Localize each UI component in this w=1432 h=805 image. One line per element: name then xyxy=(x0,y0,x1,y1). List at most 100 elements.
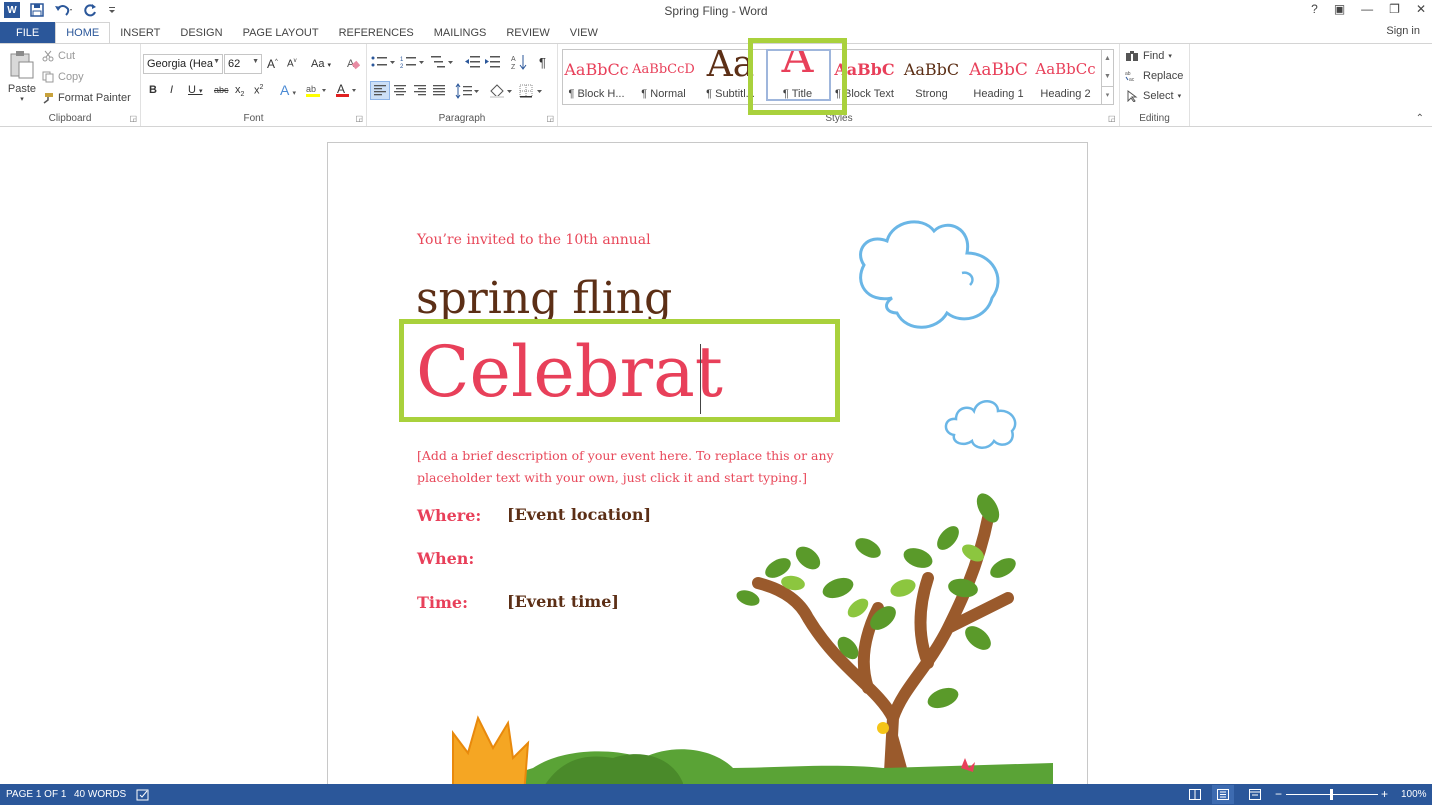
format-painter-button[interactable]: Format Painter xyxy=(42,92,131,104)
copy-icon xyxy=(42,71,54,83)
bold-icon[interactable]: B xyxy=(149,84,157,96)
tab-references[interactable]: REFERENCES xyxy=(329,22,424,44)
justify-icon[interactable] xyxy=(431,84,447,98)
style-strong[interactable]: AaBbC Strong xyxy=(898,50,965,104)
decrease-indent-icon[interactable] xyxy=(465,55,481,69)
event-description[interactable]: [Add a brief description of your event h… xyxy=(417,445,837,489)
style-normal[interactable]: AaBbCcD ¶ Normal xyxy=(630,50,697,104)
clipboard-launcher-icon[interactable]: ◲ xyxy=(129,114,137,123)
subscript-icon[interactable]: x2 xyxy=(235,84,244,98)
tab-mailings[interactable]: MAILINGS xyxy=(424,22,497,44)
paste-label: Paste xyxy=(7,83,37,95)
font-size-combo[interactable]: 62 ▼ xyxy=(224,54,262,74)
style-name: ¶ Block H... xyxy=(568,88,625,100)
font-group: Georgia (Hea ▼ 62 ▼ A^ Av Aa ▾ A B I U ▾… xyxy=(141,44,367,126)
zoom-in-icon[interactable]: + xyxy=(1381,787,1388,801)
style-sample: AaBbC xyxy=(969,60,1028,80)
paragraph-group: 12 AZ ¶ Paragraph ◲ xyxy=(367,44,558,126)
title-bar: W Spring Fling - Word ? ▣ — ❐ ✕ xyxy=(0,0,1432,22)
spring-fling-heading[interactable]: spring fling xyxy=(416,273,672,324)
svg-text:ac: ac xyxy=(1129,77,1135,82)
style-sample: AaBbCc xyxy=(1035,60,1096,78)
highlight-color-icon[interactable]: ab xyxy=(305,82,327,101)
chevron-down-icon[interactable]: ▼ xyxy=(1102,68,1113,86)
align-center-icon[interactable] xyxy=(392,84,408,98)
tab-design[interactable]: DESIGN xyxy=(170,22,232,44)
borders-icon[interactable] xyxy=(518,83,546,99)
style-heading-2[interactable]: AaBbCc Heading 2 xyxy=(1032,50,1099,104)
superscript-icon[interactable]: x2 xyxy=(254,84,263,97)
tab-file[interactable]: FILE xyxy=(0,22,56,44)
tab-page-layout[interactable]: PAGE LAYOUT xyxy=(233,22,329,44)
underline-icon[interactable]: U ▾ xyxy=(188,84,203,96)
paste-button[interactable]: Paste ▾ xyxy=(6,50,38,103)
italic-icon[interactable]: I xyxy=(170,84,173,96)
styles-launcher-icon[interactable]: ◲ xyxy=(1108,114,1116,123)
grow-font-icon[interactable]: A^ xyxy=(267,57,278,71)
word-count[interactable]: 40 WORDS xyxy=(74,789,126,800)
print-layout-icon[interactable] xyxy=(1212,785,1234,804)
zoom-level[interactable]: 100% xyxy=(1401,789,1427,800)
style-sample: AaBbCcD xyxy=(632,62,695,77)
text-effects-icon[interactable]: A ▾ xyxy=(280,82,296,98)
select-button[interactable]: Select ▾ xyxy=(1125,90,1181,102)
cut-button[interactable]: Cut xyxy=(42,50,75,62)
zoom-out-icon[interactable]: − xyxy=(1275,787,1282,801)
read-mode-icon[interactable] xyxy=(1189,789,1201,803)
font-name-combo[interactable]: Georgia (Hea ▼ xyxy=(143,54,223,74)
font-color-icon[interactable]: A xyxy=(335,82,359,101)
help-button[interactable]: ? xyxy=(1311,2,1318,16)
page-count[interactable]: PAGE 1 OF 1 xyxy=(6,789,66,800)
sort-icon[interactable]: AZ xyxy=(511,53,527,71)
invite-text[interactable]: You’re invited to the 10th annual xyxy=(417,232,651,248)
bullets-icon[interactable] xyxy=(371,55,397,69)
time-value[interactable]: [Event time] xyxy=(507,592,619,611)
proofing-icon[interactable] xyxy=(136,789,150,804)
sign-in-link[interactable]: Sign in xyxy=(1386,25,1420,37)
font-size-dropdown-icon: ▼ xyxy=(252,58,259,65)
close-button[interactable]: ✕ xyxy=(1416,2,1426,16)
paragraph-launcher-icon[interactable]: ◲ xyxy=(546,114,554,123)
document-page[interactable]: You’re invited to the 10th annual spring… xyxy=(327,142,1088,784)
ribbon-display-button[interactable]: ▣ xyxy=(1334,2,1345,16)
shading-icon[interactable] xyxy=(488,83,514,99)
copy-button[interactable]: Copy xyxy=(42,71,84,83)
paragraph-group-label: Paragraph xyxy=(438,113,486,124)
more-styles-icon[interactable]: ▾ xyxy=(1102,86,1113,103)
web-layout-icon[interactable] xyxy=(1249,789,1261,803)
restore-button[interactable]: ❐ xyxy=(1389,2,1400,16)
strikethrough-icon[interactable]: abc xyxy=(214,85,229,95)
increase-indent-icon[interactable] xyxy=(485,55,501,69)
tab-view[interactable]: VIEW xyxy=(560,22,608,44)
show-formatting-marks-icon[interactable]: ¶ xyxy=(539,55,546,70)
align-right-icon[interactable] xyxy=(412,84,428,98)
font-launcher-icon[interactable]: ◲ xyxy=(355,114,363,123)
shrink-font-icon[interactable]: Av xyxy=(287,58,297,69)
clipboard-group: Paste ▾ Cut Copy Format Painter Clipboar… xyxy=(0,44,141,126)
change-case-label: Aa xyxy=(311,58,325,70)
small-cloud-illustration xyxy=(944,400,1017,449)
tab-home[interactable]: HOME xyxy=(55,22,111,44)
styles-scrollbar[interactable]: ▲ ▼ ▾ xyxy=(1101,50,1113,104)
chevron-up-icon[interactable]: ▲ xyxy=(1102,50,1113,68)
tab-insert[interactable]: INSERT xyxy=(110,22,170,44)
change-case-button[interactable]: Aa ▾ xyxy=(311,58,331,70)
clear-formatting-icon[interactable]: A xyxy=(346,56,361,73)
zoom-slider-thumb[interactable] xyxy=(1330,789,1333,800)
svg-text:Z: Z xyxy=(511,64,516,71)
minimize-button[interactable]: — xyxy=(1361,2,1373,16)
find-button[interactable]: Find ▾ xyxy=(1125,50,1172,62)
replace-button[interactable]: ab ac Replace xyxy=(1125,70,1183,82)
numbering-icon[interactable]: 12 xyxy=(400,55,426,69)
align-left-button[interactable] xyxy=(370,81,390,100)
multilevel-list-icon[interactable] xyxy=(429,55,455,69)
paste-icon xyxy=(10,51,34,79)
style-heading-1[interactable]: AaBbC Heading 1 xyxy=(965,50,1032,104)
paste-dropdown-icon[interactable]: ▾ xyxy=(6,95,38,103)
where-value[interactable]: [Event location] xyxy=(507,505,651,524)
font-name-value: Georgia (Hea xyxy=(147,58,214,70)
style-block-heading[interactable]: AaBbCc ¶ Block H... xyxy=(563,50,630,104)
line-spacing-icon[interactable] xyxy=(455,83,481,99)
tab-review[interactable]: REVIEW xyxy=(496,22,559,44)
collapse-ribbon-icon[interactable]: ⌃ xyxy=(1416,113,1424,124)
